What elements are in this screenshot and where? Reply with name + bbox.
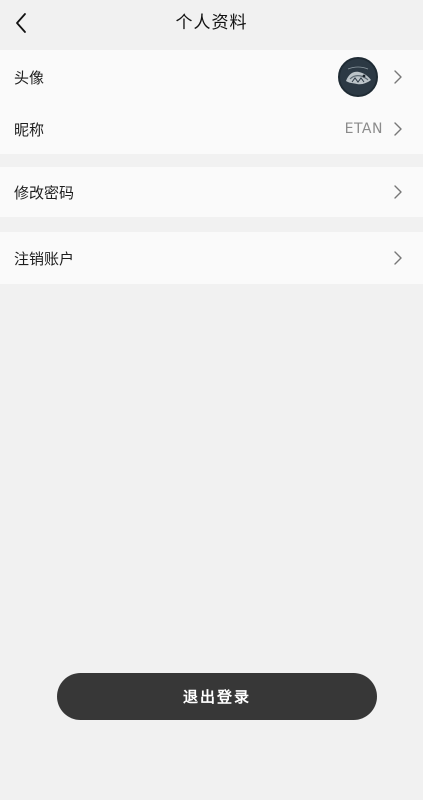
- change-password-row[interactable]: 修改密码: [0, 167, 423, 217]
- chevron-right-icon: [391, 68, 405, 86]
- avatar[interactable]: [338, 57, 378, 97]
- chevron-right-icon: [391, 120, 405, 138]
- change-password-label: 修改密码: [14, 183, 75, 202]
- chevron-right-icon: [391, 249, 405, 267]
- top-bar: 个人资料: [0, 0, 423, 46]
- page-title: 个人资料: [175, 13, 248, 33]
- profile-group: 头像 昵称 ETAN: [0, 50, 423, 154]
- nickname-label: 昵称: [14, 120, 45, 139]
- cancel-account-row[interactable]: 注销账户: [0, 232, 423, 284]
- cancel-account-label: 注销账户: [14, 249, 75, 268]
- nickname-row[interactable]: 昵称 ETAN: [0, 104, 423, 154]
- logout-button[interactable]: 退出登录: [57, 673, 377, 720]
- avatar-row[interactable]: 头像: [0, 50, 423, 104]
- avatar-label: 头像: [14, 68, 45, 87]
- nickname-value: ETAN: [344, 121, 383, 137]
- cancel-account-group: 注销账户: [0, 232, 423, 284]
- chevron-right-icon: [391, 183, 405, 201]
- password-group: 修改密码: [0, 167, 423, 217]
